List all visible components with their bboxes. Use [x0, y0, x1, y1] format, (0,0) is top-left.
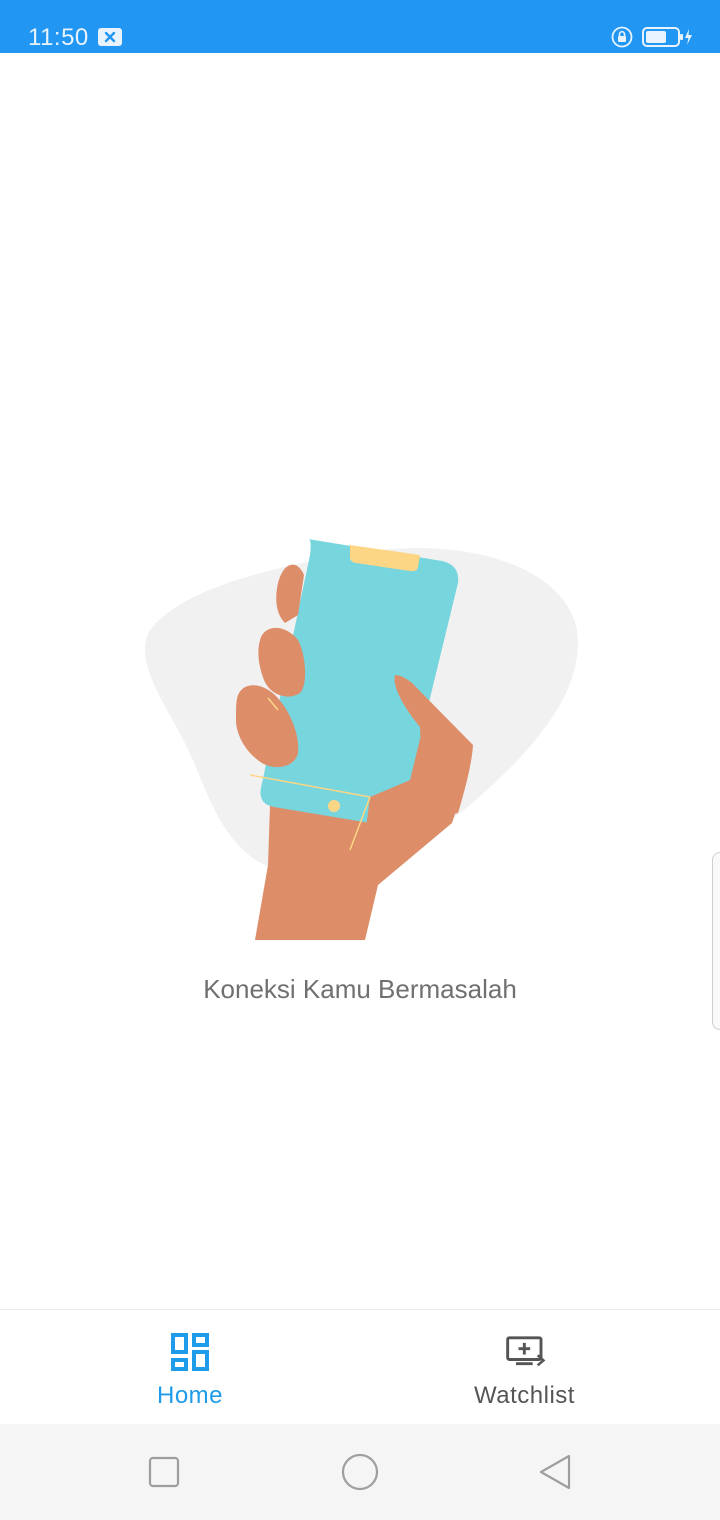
edge-panel-handle[interactable]: [712, 852, 720, 1030]
hand-holding-phone-illustration: [144, 538, 578, 940]
phone-home-button: [328, 800, 340, 812]
dashboard-grid-icon: [171, 1333, 209, 1371]
recent-apps-icon[interactable]: [144, 1452, 184, 1492]
notification-x-icon: [98, 28, 122, 46]
nav-item-watchlist[interactable]: Watchlist: [360, 1310, 720, 1425]
add-to-watchlist-icon: [506, 1336, 546, 1367]
status-time: 11:50: [28, 24, 89, 51]
rotation-lock-icon: [611, 26, 633, 48]
system-navigation-bar: [0, 1424, 720, 1520]
bottom-navigation: Home Watchlist: [0, 1309, 720, 1424]
nav-label-watchlist: Watchlist: [474, 1382, 575, 1409]
status-bar: 11:50: [0, 0, 720, 53]
home-circle-icon[interactable]: [340, 1452, 380, 1492]
error-message: Koneksi Kamu Bermasalah: [203, 974, 517, 1004]
back-triangle-icon[interactable]: [536, 1452, 576, 1492]
nav-label-home: Home: [157, 1382, 224, 1409]
nav-item-home[interactable]: Home: [0, 1310, 360, 1425]
battery-charging-icon: [642, 27, 692, 47]
